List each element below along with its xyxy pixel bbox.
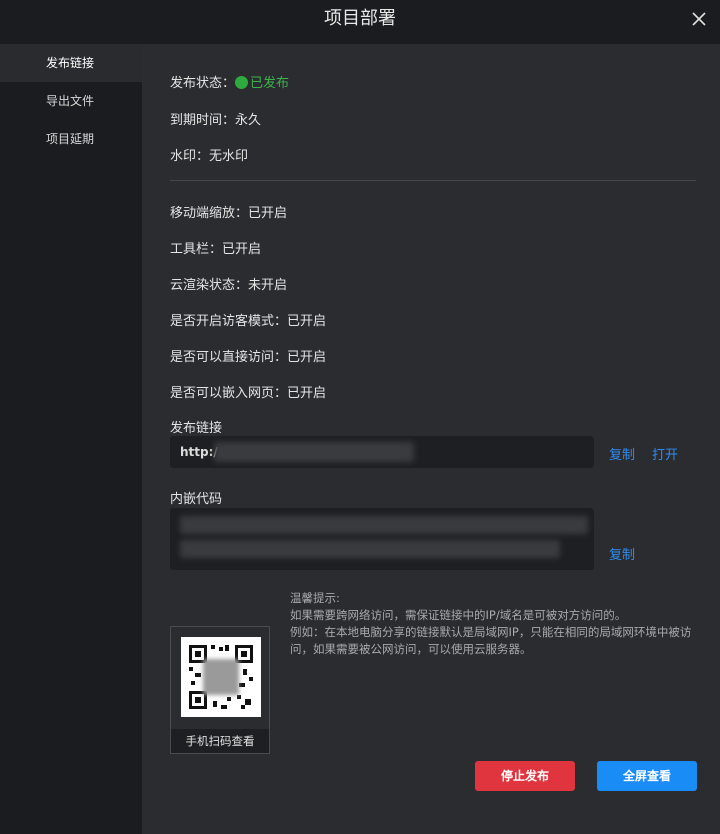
cloud-render-label: 云渲染状态： bbox=[170, 278, 249, 293]
watermark-label: 水印： bbox=[170, 149, 210, 164]
qr-code-card: 手机扫码查看 bbox=[170, 626, 270, 754]
divider bbox=[170, 180, 696, 181]
cloud-render-value: 未开启 bbox=[248, 278, 288, 293]
open-link-button[interactable]: 打开 bbox=[652, 444, 678, 463]
url-prefix: http:/ bbox=[180, 445, 218, 459]
tips-block: 温馨提示: 如果需要跨网络访问，需保证链接中的IP/域名是可被对方访问的。 例如… bbox=[290, 590, 710, 658]
mobile-zoom-label: 移动端缩放： bbox=[170, 206, 249, 221]
copy-link-button[interactable]: 复制 bbox=[609, 444, 635, 463]
fullscreen-view-button[interactable]: 全屏查看 bbox=[597, 761, 697, 791]
tips-line1: 如果需要跨网络访问，需保证链接中的IP/域名是可被对方访问的。 bbox=[290, 608, 627, 622]
dialog-title: 项目部署 bbox=[324, 8, 396, 29]
tips-title: 温馨提示: bbox=[290, 591, 340, 605]
sidebar: 发布链接 导出文件 项目延期 bbox=[0, 44, 142, 834]
stop-publish-button[interactable]: 停止发布 bbox=[475, 761, 575, 791]
dialog-header: 项目部署 bbox=[0, 0, 720, 44]
embed-allowed-label: 是否可以嵌入网页： bbox=[170, 386, 288, 401]
copy-embed-button[interactable]: 复制 bbox=[609, 544, 635, 563]
guest-mode-row: 是否开启访客模式：已开启 bbox=[170, 310, 326, 329]
expire-time-value: 永久 bbox=[235, 113, 262, 128]
guest-mode-label: 是否开启访客模式： bbox=[170, 314, 288, 329]
cloud-render-row: 云渲染状态：未开启 bbox=[170, 274, 287, 293]
direct-access-row: 是否可以直接访问：已开启 bbox=[170, 346, 326, 365]
redacted-code-line bbox=[180, 516, 588, 534]
watermark-value: 无水印 bbox=[209, 149, 249, 164]
sidebar-item-label: 导出文件 bbox=[46, 94, 95, 108]
status-dot-icon bbox=[235, 76, 249, 89]
sidebar-item-export-file[interactable]: 导出文件 bbox=[0, 82, 142, 120]
watermark-row: 水印：无水印 bbox=[170, 145, 248, 164]
publish-status-label: 发布状态： bbox=[170, 76, 236, 91]
publish-link-heading: 发布链接 bbox=[170, 421, 223, 436]
sidebar-item-project-extend[interactable]: 项目延期 bbox=[0, 120, 142, 158]
redacted-url bbox=[214, 442, 414, 462]
qr-code-icon bbox=[189, 645, 253, 709]
main-panel: 发布状态： 已发布 到期时间：永久 水印：无水印 移动端缩放：已开启 工具栏：已开… bbox=[142, 44, 720, 834]
mobile-zoom-value: 已开启 bbox=[248, 206, 288, 221]
expire-time-row: 到期时间：永久 bbox=[170, 109, 261, 128]
tips-line2: 例如：在本地电脑分享的链接默认是局域网IP，只能在相同的局域网环境中被访问，如果… bbox=[290, 625, 692, 656]
redacted-code-line bbox=[180, 540, 560, 558]
sidebar-item-publish-link[interactable]: 发布链接 bbox=[0, 44, 142, 82]
close-icon[interactable] bbox=[690, 10, 708, 28]
embed-allowed-value: 已开启 bbox=[287, 386, 327, 401]
toolbar-label: 工具栏： bbox=[170, 242, 223, 257]
direct-access-value: 已开启 bbox=[287, 350, 327, 365]
toolbar-value: 已开启 bbox=[222, 242, 262, 257]
embed-code-heading: 内嵌代码 bbox=[170, 492, 223, 507]
publish-link-field[interactable]: http:/ bbox=[170, 436, 594, 468]
qr-code-image bbox=[181, 637, 261, 717]
qr-code-caption: 手机扫码查看 bbox=[171, 729, 269, 753]
direct-access-label: 是否可以直接访问： bbox=[170, 350, 288, 365]
toolbar-row: 工具栏：已开启 bbox=[170, 238, 261, 257]
publish-status-row: 发布状态： 已发布 bbox=[170, 72, 289, 91]
sidebar-item-label: 发布链接 bbox=[46, 56, 95, 70]
publish-status-value: 已发布 bbox=[250, 76, 290, 91]
sidebar-item-label: 项目延期 bbox=[46, 132, 95, 146]
expire-time-label: 到期时间： bbox=[170, 113, 236, 128]
mobile-zoom-row: 移动端缩放：已开启 bbox=[170, 202, 287, 221]
embed-code-field[interactable] bbox=[170, 508, 594, 570]
embed-allowed-row: 是否可以嵌入网页：已开启 bbox=[170, 382, 326, 401]
guest-mode-value: 已开启 bbox=[287, 314, 327, 329]
